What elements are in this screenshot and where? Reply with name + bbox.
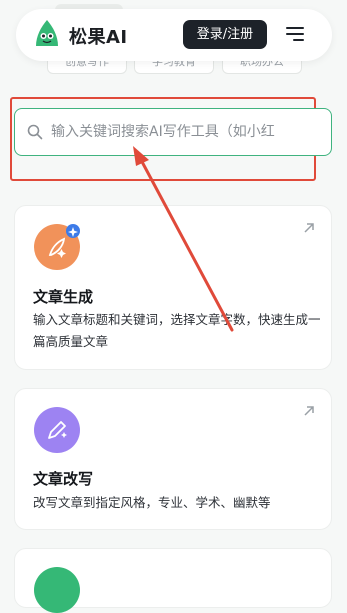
tool-card-article-rewrite[interactable]: 文章改写 改写文章到指定风格，专业、学术、幽默等	[14, 388, 332, 530]
new-badge-icon	[66, 224, 80, 238]
external-arrow-icon	[304, 223, 314, 233]
pinecone-logo-icon	[36, 20, 58, 46]
tool-card-article-generate[interactable]: 文章生成 输入文章标题和关键词，选择文章字数，快速生成一篇高质量文章	[14, 205, 332, 370]
card-description: 输入文章标题和关键词，选择文章字数，快速生成一篇高质量文章	[33, 312, 321, 349]
login-register-button[interactable]: 登录/注册	[183, 20, 267, 49]
card-title: 文章生成	[33, 288, 94, 306]
search-input[interactable]	[51, 119, 321, 145]
search-bar[interactable]	[14, 108, 332, 156]
pencil-sparkle-icon	[34, 407, 80, 453]
hamburger-menu-icon[interactable]	[286, 27, 304, 43]
tool-icon	[34, 567, 80, 613]
card-title: 文章改写	[33, 470, 94, 488]
top-header: 松果AI 登录/注册	[16, 9, 332, 61]
external-arrow-icon	[304, 406, 314, 416]
card-description: 改写文章到指定风格，专业、学术、幽默等	[33, 495, 271, 510]
tool-card-partial[interactable]	[14, 548, 332, 613]
search-icon	[27, 124, 43, 140]
brand-name[interactable]: 松果AI	[69, 23, 128, 49]
